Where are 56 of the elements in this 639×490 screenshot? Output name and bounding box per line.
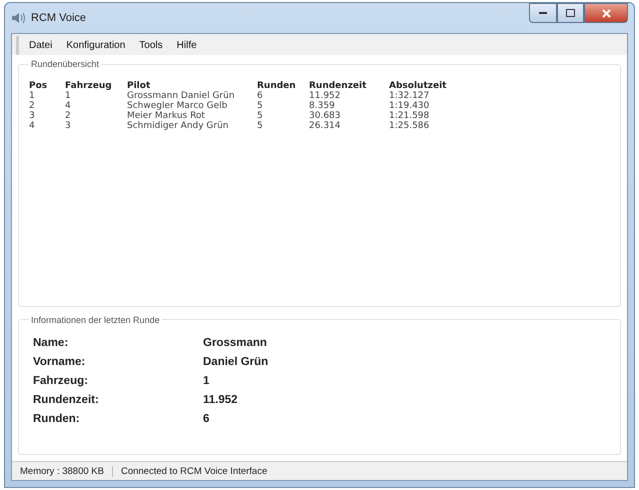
table-cell-text: 4	[65, 101, 72, 111]
field-label: Rundenzeit:	[33, 394, 100, 406]
table-cell-text: 1:25.586	[389, 121, 430, 131]
window-title: RCM Voice	[31, 12, 86, 24]
menu-item[interactable]: Datei	[29, 40, 52, 51]
menu-item[interactable]: Hilfe	[176, 40, 197, 51]
table-cell-text: Schwegler Marco Gelb	[127, 101, 228, 111]
field-value: 1	[203, 374, 210, 387]
table-cell-text: Schmidiger Andy Grün	[127, 121, 230, 131]
field-value: Grossmann	[203, 336, 268, 349]
column-header: Pos	[29, 81, 48, 91]
menu-item[interactable]: Tools	[139, 40, 163, 51]
table-cell: 2	[29, 101, 65, 111]
table-cell-text: 3	[29, 111, 36, 121]
status-text: Connected to RCM Voice Interface	[120, 466, 268, 476]
table-cell-text: 5	[257, 111, 264, 121]
table-cell-text: 1:21.598	[389, 111, 430, 121]
minimize-icon	[539, 12, 547, 14]
field-value: 11.952	[203, 394, 239, 406]
table-cell-text: Grossmann Daniel Grün	[127, 91, 236, 101]
table-cell-text: 5	[257, 121, 264, 131]
table-cell-text: 1:32.127	[389, 91, 430, 101]
table-cell-text: 26.314	[309, 121, 342, 131]
table-cell-text: 3	[65, 121, 72, 131]
field-value: Daniel Grün	[203, 356, 270, 368]
maximize-icon	[566, 9, 575, 17]
table-cell: 8.359	[309, 101, 389, 111]
field-value: 6	[203, 412, 210, 425]
field-label: Name:	[33, 336, 70, 349]
speaker-icon	[11, 12, 25, 24]
table-cell-text: 30.683	[309, 111, 342, 121]
minimize-button[interactable]	[529, 3, 557, 23]
close-icon	[602, 8, 610, 18]
maximize-button[interactable]	[557, 3, 584, 23]
column-header: Fahrzeug	[65, 81, 113, 91]
table-cell-text: 2	[65, 111, 72, 121]
table-cell-text: 1	[29, 91, 36, 101]
table-cell-text: 6	[257, 91, 264, 101]
table-cell-text: 1	[65, 91, 72, 101]
field-label: Runden:	[33, 412, 81, 425]
group-title: Rundenübersicht	[30, 59, 100, 69]
table-cell: Meier Markus Rot	[127, 111, 257, 121]
table-cell-text: 1:19.430	[389, 101, 430, 111]
column-header: Pilot	[127, 81, 257, 91]
close-button[interactable]	[584, 3, 628, 23]
column-header: Absolutzeit	[389, 81, 448, 91]
field-label: Fahrzeug:	[33, 374, 89, 387]
table-cell-text: 5	[257, 101, 264, 111]
column-header: Runden	[257, 81, 297, 91]
status-text: Memory : 38800 KB	[12, 466, 113, 476]
menu-item[interactable]: Konfiguration	[66, 40, 126, 51]
group-title: Informationen der letzten Runde	[30, 314, 161, 325]
table-cell-text: 4	[29, 121, 36, 131]
column-header: Rundenzeit	[309, 81, 389, 91]
field-label: Vorname:	[33, 356, 86, 368]
table-cell-text: 11.952	[309, 91, 342, 101]
